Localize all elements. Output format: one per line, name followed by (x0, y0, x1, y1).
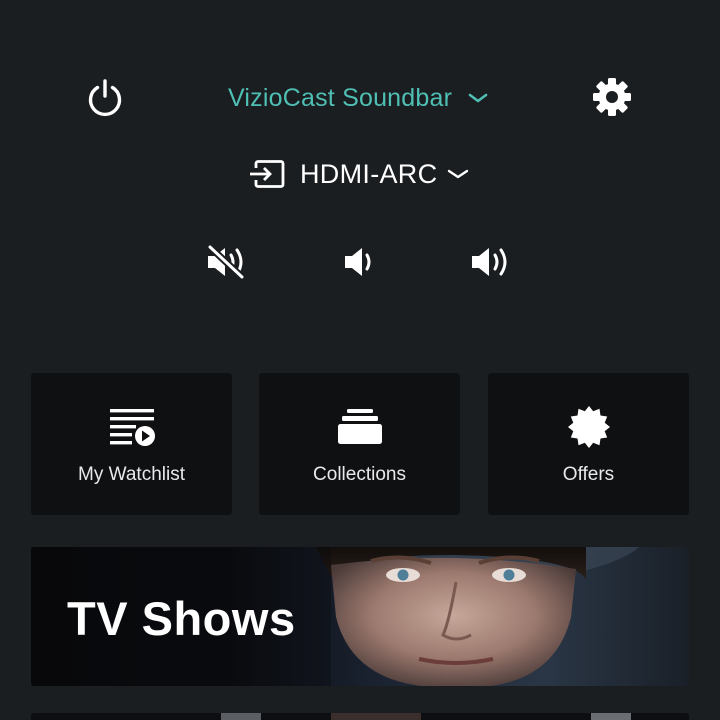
volume-down-icon (345, 248, 371, 276)
device-name: VizioCast Soundbar (228, 83, 453, 112)
gear-icon (593, 78, 631, 116)
mute-button[interactable] (202, 240, 250, 284)
collections-icon (259, 406, 460, 448)
watchlist-icon (31, 406, 232, 448)
input-source-icon (248, 159, 286, 189)
power-icon (88, 79, 122, 117)
volume-mute-icon (207, 244, 245, 280)
volume-up-button[interactable] (467, 240, 515, 284)
collections-tile[interactable]: Collections (259, 373, 460, 515)
input-selector[interactable]: HDMI-ARC (248, 156, 469, 192)
volume-down-button[interactable] (334, 240, 382, 284)
device-selector[interactable]: VizioCast Soundbar (228, 80, 488, 116)
banner-title: TV Shows (67, 592, 296, 645)
my-watchlist-tile[interactable]: My Watchlist (31, 373, 232, 515)
volume-up-icon (472, 248, 507, 276)
power-button[interactable] (83, 76, 127, 120)
input-label: HDMI-ARC (300, 158, 438, 189)
chevron-down-icon (468, 92, 488, 104)
tv-shows-banner[interactable]: TV Shows (31, 547, 689, 686)
next-banner[interactable] (31, 713, 689, 720)
tile-label: Offers (562, 464, 615, 485)
chevron-down-icon (447, 168, 469, 180)
tile-label: Collections (313, 464, 406, 485)
offers-badge-icon (488, 406, 689, 448)
offers-tile[interactable]: Offers (488, 373, 689, 515)
tile-label: My Watchlist (78, 464, 185, 485)
remote-screen: VizioCast Soundbar HDMI-ARC My Watchlist… (0, 0, 720, 720)
settings-button[interactable] (589, 74, 635, 120)
